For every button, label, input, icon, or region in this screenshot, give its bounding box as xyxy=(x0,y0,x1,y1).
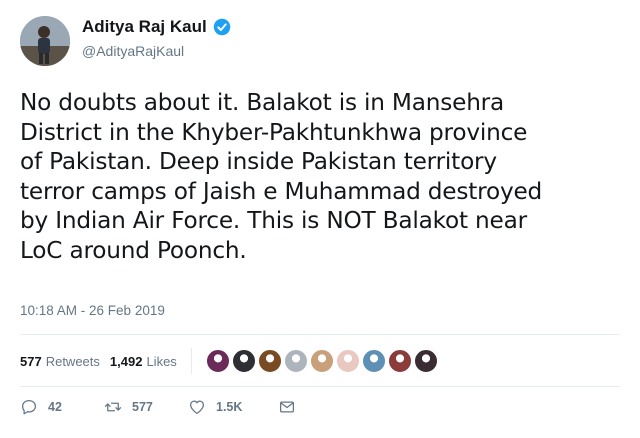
engagement-stats: 577 Retweets 1,492 Likes xyxy=(20,348,440,374)
liker-avatar[interactable] xyxy=(283,349,308,373)
tweet-text-line: District in the Khyber-Pakhtunkhwa provi… xyxy=(20,118,528,146)
reply-button[interactable]: 42 xyxy=(20,398,104,416)
liker-avatars xyxy=(205,349,440,373)
stats-separator xyxy=(190,348,192,374)
liker-avatar[interactable] xyxy=(205,349,230,373)
tweet-text-line: terror camps of Jaish e Muhammad destroy… xyxy=(20,177,543,205)
liker-avatar[interactable] xyxy=(387,349,412,373)
liker-avatar[interactable] xyxy=(361,349,386,373)
tweet-text-line: of Pakistan. Deep inside Pakistan territ… xyxy=(20,148,497,176)
tweet-text: No doubts about it. Balakot is in Manseh… xyxy=(20,88,630,266)
verified-badge-icon xyxy=(213,18,230,36)
tweet-text-line: by Indian Air Force. This is NOT Balakot… xyxy=(20,207,527,235)
liker-avatar[interactable] xyxy=(257,349,282,373)
envelope-icon xyxy=(279,401,295,413)
avatar-photo-icon xyxy=(20,16,70,66)
like-count: 1.5K xyxy=(216,400,243,414)
liker-avatar[interactable] xyxy=(335,349,360,373)
retweet-icon xyxy=(104,402,122,412)
liker-avatar[interactable] xyxy=(309,349,334,373)
retweets-label: Retweets xyxy=(45,353,100,369)
author-display-name[interactable]: Aditya Raj Kaul xyxy=(82,17,207,37)
direct-message-button[interactable] xyxy=(278,398,296,416)
retweets-stat[interactable]: 577 Retweets xyxy=(20,354,100,369)
author-handle[interactable]: @AdityaRajKaul xyxy=(82,43,184,59)
likes-stat[interactable]: 1,492 Likes xyxy=(110,354,177,369)
tweet-card: Aditya Raj Kaul @AdityaRajKaul No doubts… xyxy=(0,0,640,438)
tweet-timestamp[interactable]: 10:18 AM - 26 Feb 2019 xyxy=(20,303,165,318)
heart-icon xyxy=(189,400,205,415)
reply-icon xyxy=(21,399,37,415)
retweet-button[interactable]: 577 xyxy=(104,398,188,416)
likes-label: Likes xyxy=(146,353,177,369)
tweet-text-line: No doubts about it. Balakot is in Manseh… xyxy=(20,89,505,116)
liker-avatar[interactable] xyxy=(231,349,256,373)
tweet-actions: 42 577 1.5K xyxy=(20,398,296,416)
reply-count: 42 xyxy=(48,400,62,414)
divider xyxy=(20,386,620,387)
divider xyxy=(20,334,620,335)
likes-count: 1,492 xyxy=(109,353,143,369)
tweet-text-line: LoC around Poonch. xyxy=(20,236,247,264)
like-button[interactable]: 1.5K xyxy=(188,398,278,416)
author-avatar[interactable] xyxy=(20,16,70,66)
author-name-row[interactable]: Aditya Raj Kaul xyxy=(82,17,231,37)
retweet-count: 577 xyxy=(132,400,153,414)
retweets-count: 577 xyxy=(20,353,42,369)
liker-avatar[interactable] xyxy=(413,349,438,373)
